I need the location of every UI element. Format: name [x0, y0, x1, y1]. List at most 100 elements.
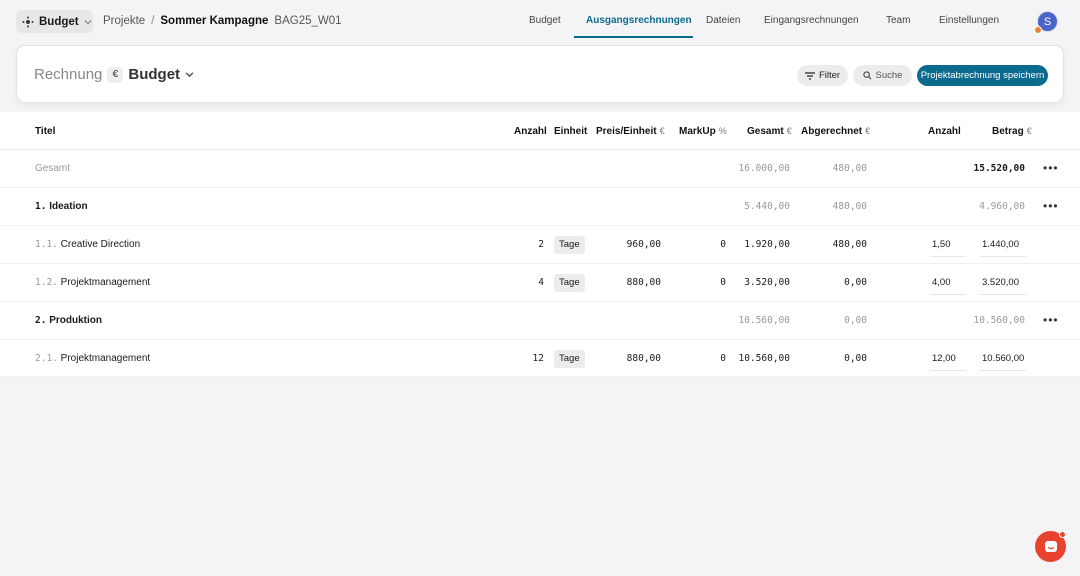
column-header-gesamt-label: Gesamt [747, 126, 784, 137]
item-gesamt: 10.560,00 [738, 353, 790, 364]
column-header-abgerechnet: Abgerechnet € [801, 126, 870, 137]
item-abgerechnet: 480,00 [832, 239, 867, 250]
invoice-table: Titel Anzahl Einheit Preis/Einheit € Mark… [0, 112, 1080, 378]
total-abgerechnet: 480,00 [832, 163, 867, 174]
item-anzahl: 12 [532, 353, 544, 364]
column-header-preis-label: Preis/Einheit [596, 126, 657, 137]
breadcrumb: Projekte / Sommer Kampagne BAG25_W01 [103, 15, 342, 27]
search-button[interactable]: Suche [853, 65, 912, 86]
more-options-icon[interactable]: ••• [1043, 313, 1059, 327]
column-header-preis-unit: € [659, 126, 665, 136]
invoice-quantity-input[interactable]: 1,50 [930, 233, 966, 257]
item-title: 1.1. Creative Direction [35, 239, 140, 250]
chat-icon [1044, 540, 1057, 552]
item-gesamt: 1.920,00 [744, 239, 790, 250]
section-number: 2. [35, 315, 47, 326]
column-header-gesamt: Gesamt € [747, 126, 792, 137]
column-header-markup-label: MarkUp [679, 126, 716, 137]
unit-badge: Tage [554, 236, 585, 254]
tab-team[interactable]: Team [886, 15, 910, 26]
tab-einstellungen[interactable]: Einstellungen [939, 15, 999, 26]
item-anzahl: 2 [538, 239, 544, 250]
column-header-markup: MarkUp% [679, 126, 727, 137]
breadcrumb-project-code: BAG25_W01 [274, 15, 342, 27]
more-options-icon[interactable]: ••• [1043, 161, 1059, 175]
currency-badge: € [107, 66, 124, 83]
filter-button[interactable]: Filter [797, 65, 848, 86]
breadcrumb-project-name[interactable]: Sommer Kampagne [160, 15, 268, 27]
row-abgerechnet: 0,00 [844, 315, 867, 326]
column-header-markup-unit: % [718, 126, 727, 136]
top-navigation-bar: Budget Projekte / Sommer Kampagne BAG25_… [0, 0, 1080, 42]
table-row-section: 1. Ideation 5.440,00 480,00 4.960,00 ••• [0, 188, 1080, 226]
item-markup: 0 [720, 277, 726, 288]
row-abgerechnet: 480,00 [832, 201, 867, 212]
unit-badge: Tage [554, 350, 585, 368]
breadcrumb-separator: / [151, 15, 155, 27]
breadcrumb-projekte[interactable]: Projekte [103, 15, 145, 27]
page-title: Rechnung € Budget [34, 66, 194, 83]
item-number: 1.1. [35, 239, 58, 250]
item-anzahl: 4 [538, 277, 544, 288]
item-abgerechnet: 0,00 [844, 277, 867, 288]
item-title: 2.1. Projektmanagement [35, 353, 150, 364]
item-preis: 880,00 [626, 277, 661, 288]
column-header-betrag-unit: € [1026, 126, 1032, 136]
budget-selector-label[interactable]: Budget [128, 66, 180, 83]
chevron-down-icon[interactable] [185, 70, 194, 79]
item-abgerechnet: 0,00 [844, 353, 867, 364]
table-row: 2.1. Projektmanagement 12 Tage 880,00 0 … [0, 340, 1080, 378]
active-tab-indicator [574, 36, 693, 38]
invoice-quantity-input[interactable]: 12,00 [930, 347, 966, 371]
item-preis: 960,00 [626, 239, 661, 250]
unit-badge: Tage [554, 274, 585, 292]
item-title-label: Projektmanagement [60, 277, 151, 288]
row-betrag: 10.560,00 [973, 315, 1025, 326]
table-row-section: 2. Produktion 10.560,00 0,00 10.560,00 •… [0, 302, 1080, 340]
invoice-amount-input[interactable]: 3.520,00 [980, 271, 1026, 295]
item-number: 2.1. [35, 353, 58, 364]
avatar-status-dot [1034, 26, 1042, 34]
app-switcher-label: Budget [39, 15, 79, 28]
table-header: Titel Anzahl Einheit Preis/Einheit € Mark… [0, 112, 1080, 150]
tab-ausgangsrechnungen[interactable]: Ausgangsrechnungen [586, 15, 692, 26]
search-icon [862, 71, 872, 80]
chat-notification-dot [1059, 531, 1066, 538]
item-preis: 880,00 [626, 353, 661, 364]
item-number: 1.2. [35, 277, 58, 288]
table-row-total: Gesamt 16.000,00 480,00 15.520,00 ••• [0, 150, 1080, 188]
column-header-titel: Titel [35, 126, 56, 137]
section-title: 1. Ideation [35, 201, 88, 212]
chevron-down-icon [84, 19, 91, 24]
item-title: 1.2. Projektmanagement [35, 277, 150, 288]
invoice-quantity-input[interactable]: 4,00 [930, 271, 966, 295]
column-header-preis: Preis/Einheit € [596, 126, 665, 137]
table-row: 1.2. Projektmanagement 4 Tage 880,00 0 3… [0, 264, 1080, 302]
filter-icon [804, 71, 815, 80]
invoice-amount-input[interactable]: 1.440,00 [980, 233, 1026, 257]
section-number: 1. [35, 201, 47, 212]
column-header-einheit: Einheit [554, 126, 588, 137]
tab-budget[interactable]: Budget [529, 15, 561, 26]
total-betrag: 15.520,00 [973, 163, 1025, 174]
row-gesamt: 5.440,00 [744, 201, 790, 212]
tab-eingangsrechnungen[interactable]: Eingangsrechnungen [764, 15, 859, 26]
tab-dateien[interactable]: Dateien [706, 15, 740, 26]
column-header-abgerechnet-label: Abgerechnet [801, 126, 863, 137]
row-betrag: 4.960,00 [979, 201, 1025, 212]
section-title: 2. Produktion [35, 315, 102, 326]
column-header-anzahl-invoice: Anzahl [928, 126, 961, 137]
table-row: 1.1. Creative Direction 2 Tage 960,00 0 … [0, 226, 1080, 264]
filter-button-label: Filter [818, 70, 841, 81]
invoice-amount-input[interactable]: 10.560,00 [980, 347, 1026, 371]
save-project-billing-button[interactable]: Projektabrechnung speichern [917, 65, 1048, 86]
item-markup: 0 [720, 239, 726, 250]
search-button-label: Suche [875, 70, 903, 81]
row-gesamt: 10.560,00 [738, 315, 790, 326]
total-label: Gesamt [35, 163, 71, 174]
item-markup: 0 [720, 353, 726, 364]
item-title-label: Creative Direction [60, 239, 141, 250]
column-header-abgerechnet-unit: € [865, 126, 871, 136]
more-options-icon[interactable]: ••• [1043, 199, 1059, 213]
app-switcher-button[interactable]: Budget [16, 10, 93, 33]
